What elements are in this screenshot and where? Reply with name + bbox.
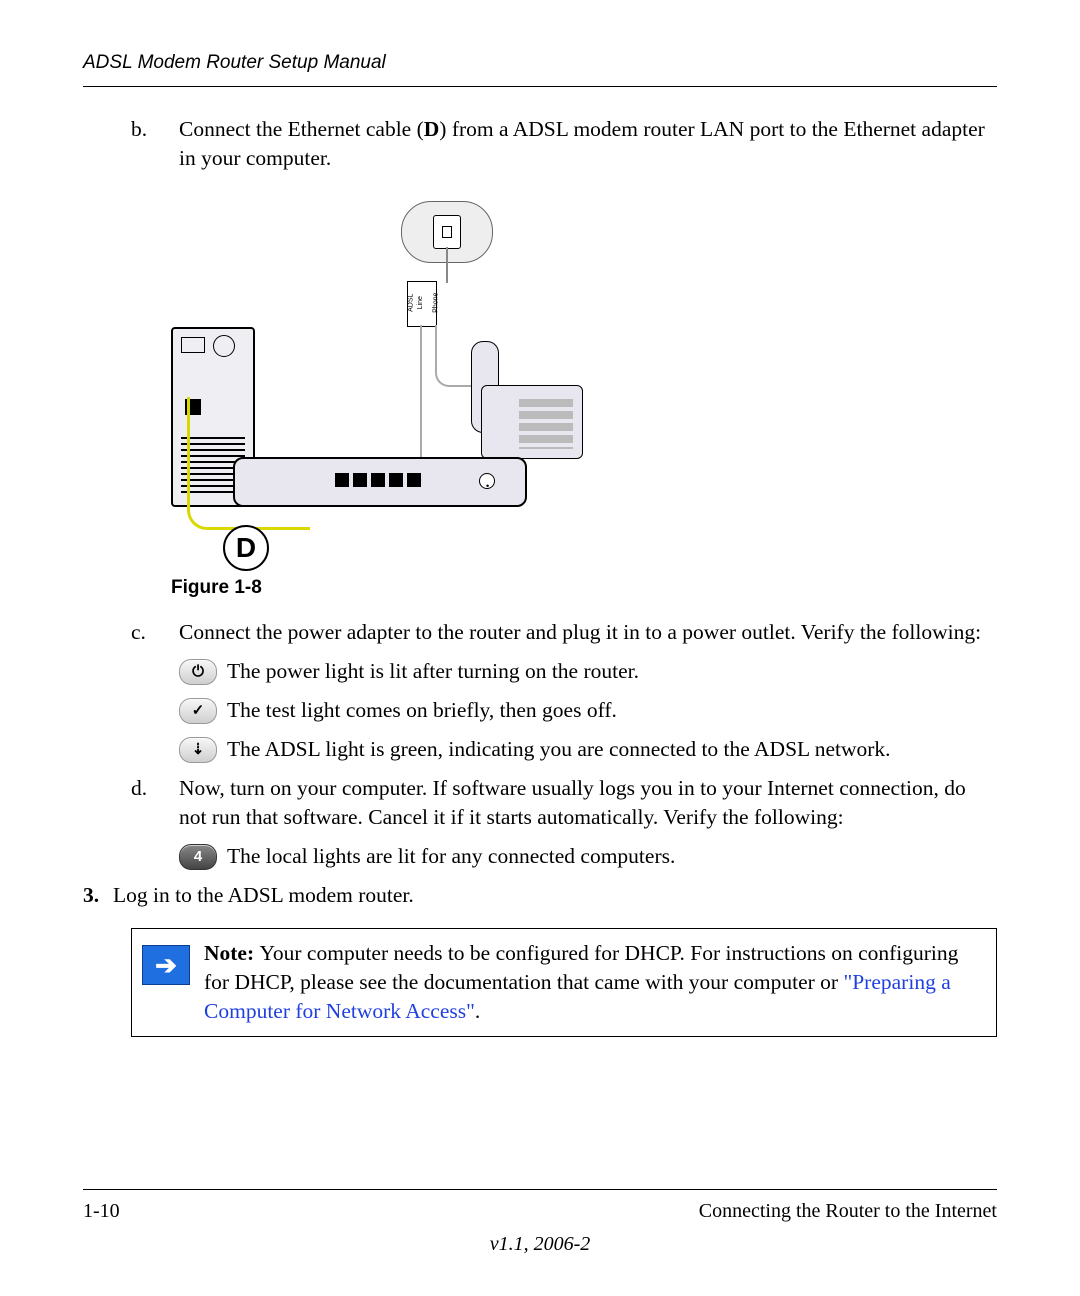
note-box: ➔ Note: Your computer needs to be config… — [131, 928, 997, 1037]
check-icon: ✓ — [179, 698, 217, 724]
wall-jack-icon — [433, 215, 461, 249]
step-3-marker: 3. — [83, 881, 113, 910]
step-d-text: Now, turn on your computer. If software … — [179, 774, 997, 832]
step-b: b. Connect the Ethernet cable (D) from a… — [83, 115, 997, 173]
status-bullet-text: The local lights are lit for any connect… — [227, 842, 997, 871]
figure-1-8: ADSL Line Phone D Figure 1-8 — [171, 201, 997, 601]
status-bullet: ⇣ The ADSL light is green, indicating you… — [179, 735, 997, 764]
note-body: Note: Your computer needs to be configur… — [204, 939, 982, 1026]
step-b-marker: b. — [131, 115, 179, 144]
status-bullet: 4 The local lights are lit for any connec… — [179, 842, 997, 871]
splitter-icon: ADSL Line Phone — [407, 281, 437, 327]
label-d-circle: D — [223, 525, 269, 571]
step-b-text: Connect the Ethernet cable (D) from a AD… — [179, 115, 997, 173]
note-label: Note: — [204, 941, 260, 965]
adsl-icon: ⇣ — [179, 737, 217, 763]
power-icon: ⏻ — [179, 659, 217, 685]
step-c-marker: c. — [131, 618, 179, 647]
footer-version: v1.1, 2006-2 — [83, 1231, 997, 1258]
footer-page-number: 1-10 — [83, 1198, 120, 1225]
status-bullet-text: The test light comes on briefly, then go… — [227, 696, 997, 725]
page-footer: 1-10 Connecting the Router to the Intern… — [83, 1189, 997, 1258]
router-icon — [233, 457, 527, 507]
footer-section-title: Connecting the Router to the Internet — [699, 1198, 997, 1225]
telephone-icon — [471, 341, 591, 461]
page-content: b. Connect the Ethernet cable (D) from a… — [83, 115, 997, 1038]
step-3: 3. Log in to the ADSL modem router. — [83, 881, 997, 910]
status-bullet-text: The ADSL light is green, indicating you … — [227, 735, 997, 764]
status-bullet: ✓ The test light comes on briefly, then g… — [179, 696, 997, 725]
status-bullet-text: The power light is lit after turning on … — [227, 657, 997, 686]
step-d: d. Now, turn on your computer. If softwa… — [83, 774, 997, 832]
arrow-note-icon: ➔ — [142, 945, 190, 985]
port4-icon: 4 — [179, 844, 217, 870]
figure-caption: Figure 1-8 — [171, 575, 997, 601]
manual-title: ADSL Modem Router Setup Manual — [83, 52, 386, 73]
status-bullet: ⏻ The power light is lit after turning on… — [179, 657, 997, 686]
figure-illustration: ADSL Line Phone D — [171, 201, 621, 561]
step-c-text: Connect the power adapter to the router … — [179, 618, 981, 647]
step-d-marker: d. — [131, 774, 179, 803]
step-3-text: Log in to the ADSL modem router. — [113, 881, 414, 910]
step-c: c. Connect the power adapter to the rout… — [83, 618, 997, 647]
note-text-2: . — [475, 999, 480, 1023]
page-header: ADSL Modem Router Setup Manual — [83, 50, 997, 87]
